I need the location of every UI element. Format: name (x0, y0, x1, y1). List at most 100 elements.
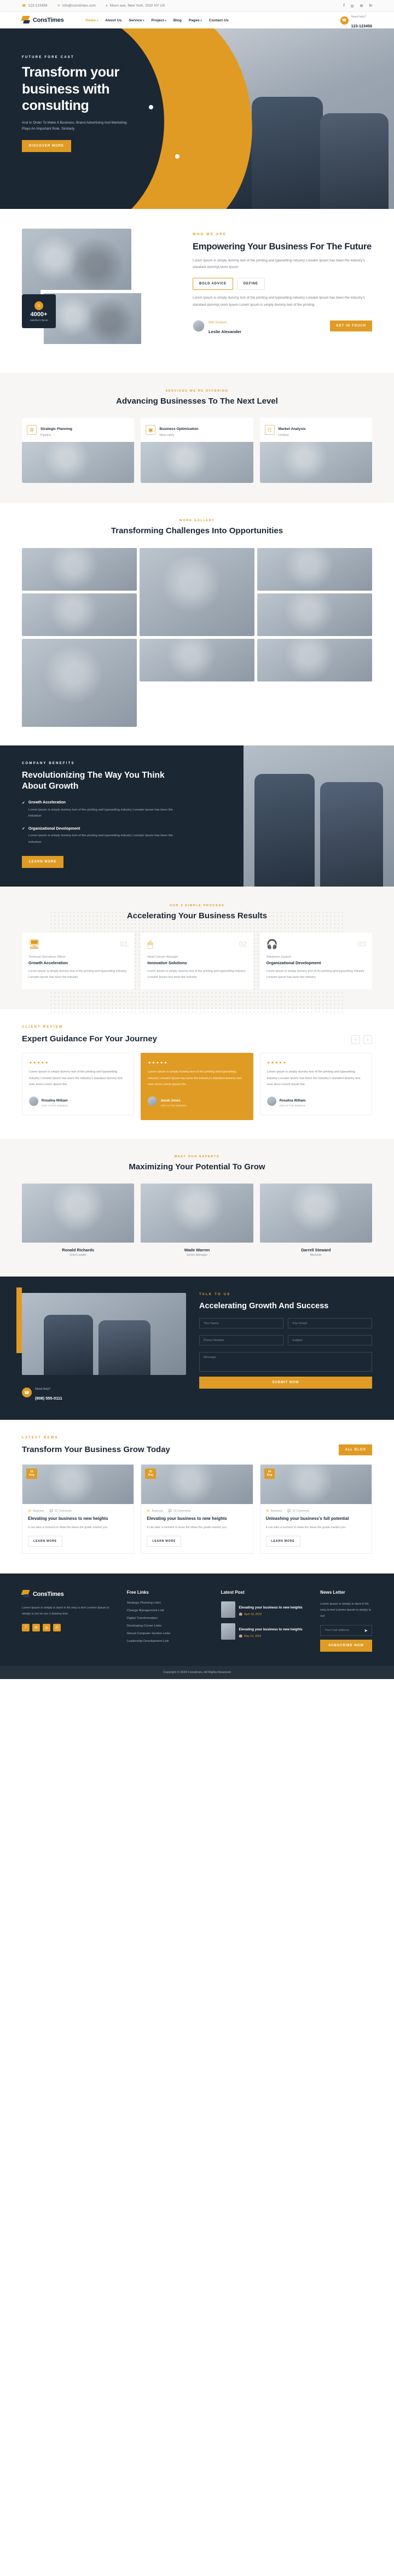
header-help-phone: 123-123456 (351, 24, 372, 28)
blog-post-card[interactable]: 20 Aug 📁 Business 💬 02 Comments Elevatin… (141, 1464, 253, 1554)
subscribe-now-button[interactable]: SUBSCRIBE NOW (320, 1640, 372, 1652)
footer-link[interactable]: Developing Corner Links (127, 1624, 209, 1628)
blog-grid: 18 Aug 📁 Business 💬 02 Comments Elevatin… (22, 1464, 372, 1554)
testimonial-role: CEO At TSS Solutions (42, 1105, 68, 1108)
location-pin-icon: ● (106, 4, 108, 8)
nav-item-about-us[interactable]: About Us (105, 19, 121, 22)
gallery-item[interactable] (257, 638, 372, 681)
copyright-bar: Copyright © 2024 Constimes, All Rights R… (0, 1666, 394, 1680)
footer-links-heading: Free Links (126, 1589, 149, 1595)
process-text: Lorem Ipsum is simply dummy text of the … (28, 970, 127, 979)
facebook-icon[interactable]: f (22, 1623, 30, 1631)
post-day: 18 (30, 1470, 33, 1474)
get-in-touch-button[interactable]: GET IN TOUCH (330, 320, 372, 332)
testimonials-prev-button[interactable]: ‹ (351, 1035, 360, 1045)
submit-now-button[interactable]: SUBMIT NOW (199, 1377, 372, 1389)
service-card[interactable]: ☷ Market Analysis Omitted (259, 418, 372, 483)
process-card[interactable]: 🖱 02 Head Unicorn Wrangler Innovative So… (141, 933, 253, 989)
nav-item-blog[interactable]: Blog (173, 19, 182, 22)
benefit-text: Lorem Ipsum is simply dummy text of the … (28, 808, 173, 818)
gallery-item[interactable] (22, 638, 137, 727)
team-member[interactable]: Ronald Richards Chief Leader (22, 1184, 135, 1257)
service-card[interactable]: ⚙ Strategic Planning Pipeline (22, 418, 135, 483)
post-month: Aug (266, 1473, 273, 1477)
testimonial-name: Rosalina William (42, 1099, 68, 1103)
about-author-row: Web Designer Leslie Alexander GET IN TOU… (193, 316, 372, 336)
post-month: Aug (148, 1473, 154, 1477)
service-subtitle: Pipeline (40, 434, 51, 438)
benefits-section: COMPANY BENEFITS Revolutionizing The Way… (0, 745, 394, 887)
footer-logo[interactable]: ConsTimes (21, 1589, 115, 1599)
all-blog-button[interactable]: ALL BLOG (339, 1444, 372, 1456)
testimonial-quote: Lorem Ipsum is simply dummy text of the … (148, 1070, 242, 1086)
post-learn-more-button[interactable]: LEARN MORE (265, 1535, 300, 1547)
header-help-label: Need help? (351, 15, 367, 19)
send-icon[interactable]: ➤ (364, 1628, 368, 1633)
process-card[interactable]: 🖥 01 Technical Operations Officer Growth… (22, 933, 135, 989)
header-call-block[interactable]: ☎ Need help? 123-123456 (340, 10, 372, 30)
about-photo-top (22, 229, 131, 294)
phone-icon: ☎ (22, 4, 26, 8)
topbar-phone[interactable]: ☎ 123-123456 (22, 4, 48, 8)
footer-link[interactable]: Strategic Planning Links (127, 1601, 209, 1605)
post-learn-more-button[interactable]: LEARN MORE (28, 1535, 62, 1547)
gallery-section: WORK GALLERY Transforming Challenges Int… (0, 503, 394, 745)
logo-text: ConsTimes (33, 17, 64, 24)
tab-define[interactable]: DEFINE (236, 277, 265, 290)
testimonials-next-button[interactable]: › (363, 1035, 372, 1045)
gallery-item[interactable] (22, 593, 137, 636)
service-title: Market Analysis (278, 427, 306, 432)
service-card[interactable]: ▣ Business Optimization Most Likely (141, 418, 253, 483)
message-field[interactable] (199, 1352, 372, 1372)
nav-item-service[interactable]: Service ▾ (129, 19, 144, 22)
phone-field[interactable] (199, 1335, 283, 1346)
blog-post-card[interactable]: 18 Aug 📁 Business 💬 02 Comments Elevatin… (22, 1464, 135, 1554)
gallery-item[interactable] (140, 638, 254, 681)
name-field[interactable] (199, 1318, 283, 1329)
about-photo-bottom (40, 290, 144, 347)
gallery-item[interactable] (257, 547, 372, 591)
twitter-icon[interactable]: ✉ (32, 1623, 40, 1631)
instagram-icon[interactable]: ◎ (351, 4, 354, 8)
twitter-icon[interactable]: ✉ (360, 4, 363, 8)
team-member[interactable]: Wade Warren Senior Manager (141, 1184, 253, 1257)
gallery-item[interactable] (257, 593, 372, 636)
contact-help-block[interactable]: ☎ Need Help? (808) 555-0111 (22, 1383, 186, 1402)
nav-item-project[interactable]: Project ▾ (152, 19, 166, 22)
hero-discover-more-button[interactable]: DISCOVER MORE (22, 140, 72, 153)
footer-link[interactable]: Change Management Link (127, 1609, 209, 1612)
newsletter-email-input[interactable] (325, 1629, 364, 1633)
footer-latest-post[interactable]: Elevating your business to new heights 📅… (221, 1601, 309, 1618)
tab-bold-advice[interactable]: BOLD ADVICE (193, 277, 233, 290)
post-month: Aug (29, 1473, 34, 1477)
linkedin-icon[interactable]: in (369, 4, 372, 8)
team-member[interactable]: Darrell Steward Marketer (259, 1184, 372, 1257)
nav-item-pages[interactable]: Pages ▾ (189, 19, 202, 22)
benefits-learn-more-button[interactable]: LEARN MORE (22, 855, 64, 868)
process-card[interactable]: 🎧 03 Telephone Support Organizational De… (259, 933, 372, 989)
member-photo (22, 1184, 135, 1243)
pinterest-icon[interactable]: Ⓟ (53, 1623, 61, 1631)
member-name: Wade Warren (184, 1248, 210, 1253)
facebook-icon[interactable]: f (344, 4, 345, 8)
footer-latest-post[interactable]: Elevating your business to new heights 📅… (221, 1623, 309, 1640)
post-date-badge: 20 Aug (145, 1468, 157, 1479)
footer-link[interactable]: Digital Transformation (127, 1617, 209, 1620)
email-field[interactable] (288, 1318, 372, 1329)
topbar-email[interactable]: ✉ info@constimes.com (57, 4, 96, 8)
post-learn-more-button[interactable]: LEARN MORE (147, 1535, 182, 1547)
instagram-icon[interactable]: ◎ (43, 1623, 50, 1631)
process-title-text: Organizational Development (266, 960, 321, 966)
blog-post-card[interactable]: 24 Aug 📁 Business 💬 02 Comments Unleashi… (259, 1464, 372, 1554)
service-subtitle: Omitted (278, 434, 289, 438)
footer-link[interactable]: Gloval Computer Section Links (127, 1632, 209, 1635)
nav-item-contact-us[interactable]: Contact Us (209, 19, 229, 22)
nav-item-home[interactable]: Home ▾ (85, 19, 98, 22)
check-icon: ✓ (22, 827, 25, 831)
gallery-item[interactable] (22, 547, 137, 591)
post-title: Elevating your business to new heights (239, 1605, 303, 1610)
subject-field[interactable] (288, 1335, 372, 1346)
gallery-item[interactable] (140, 547, 254, 636)
footer-link[interactable]: Leadership Development Link (127, 1640, 209, 1643)
site-logo[interactable]: ConsTimes (21, 16, 64, 25)
